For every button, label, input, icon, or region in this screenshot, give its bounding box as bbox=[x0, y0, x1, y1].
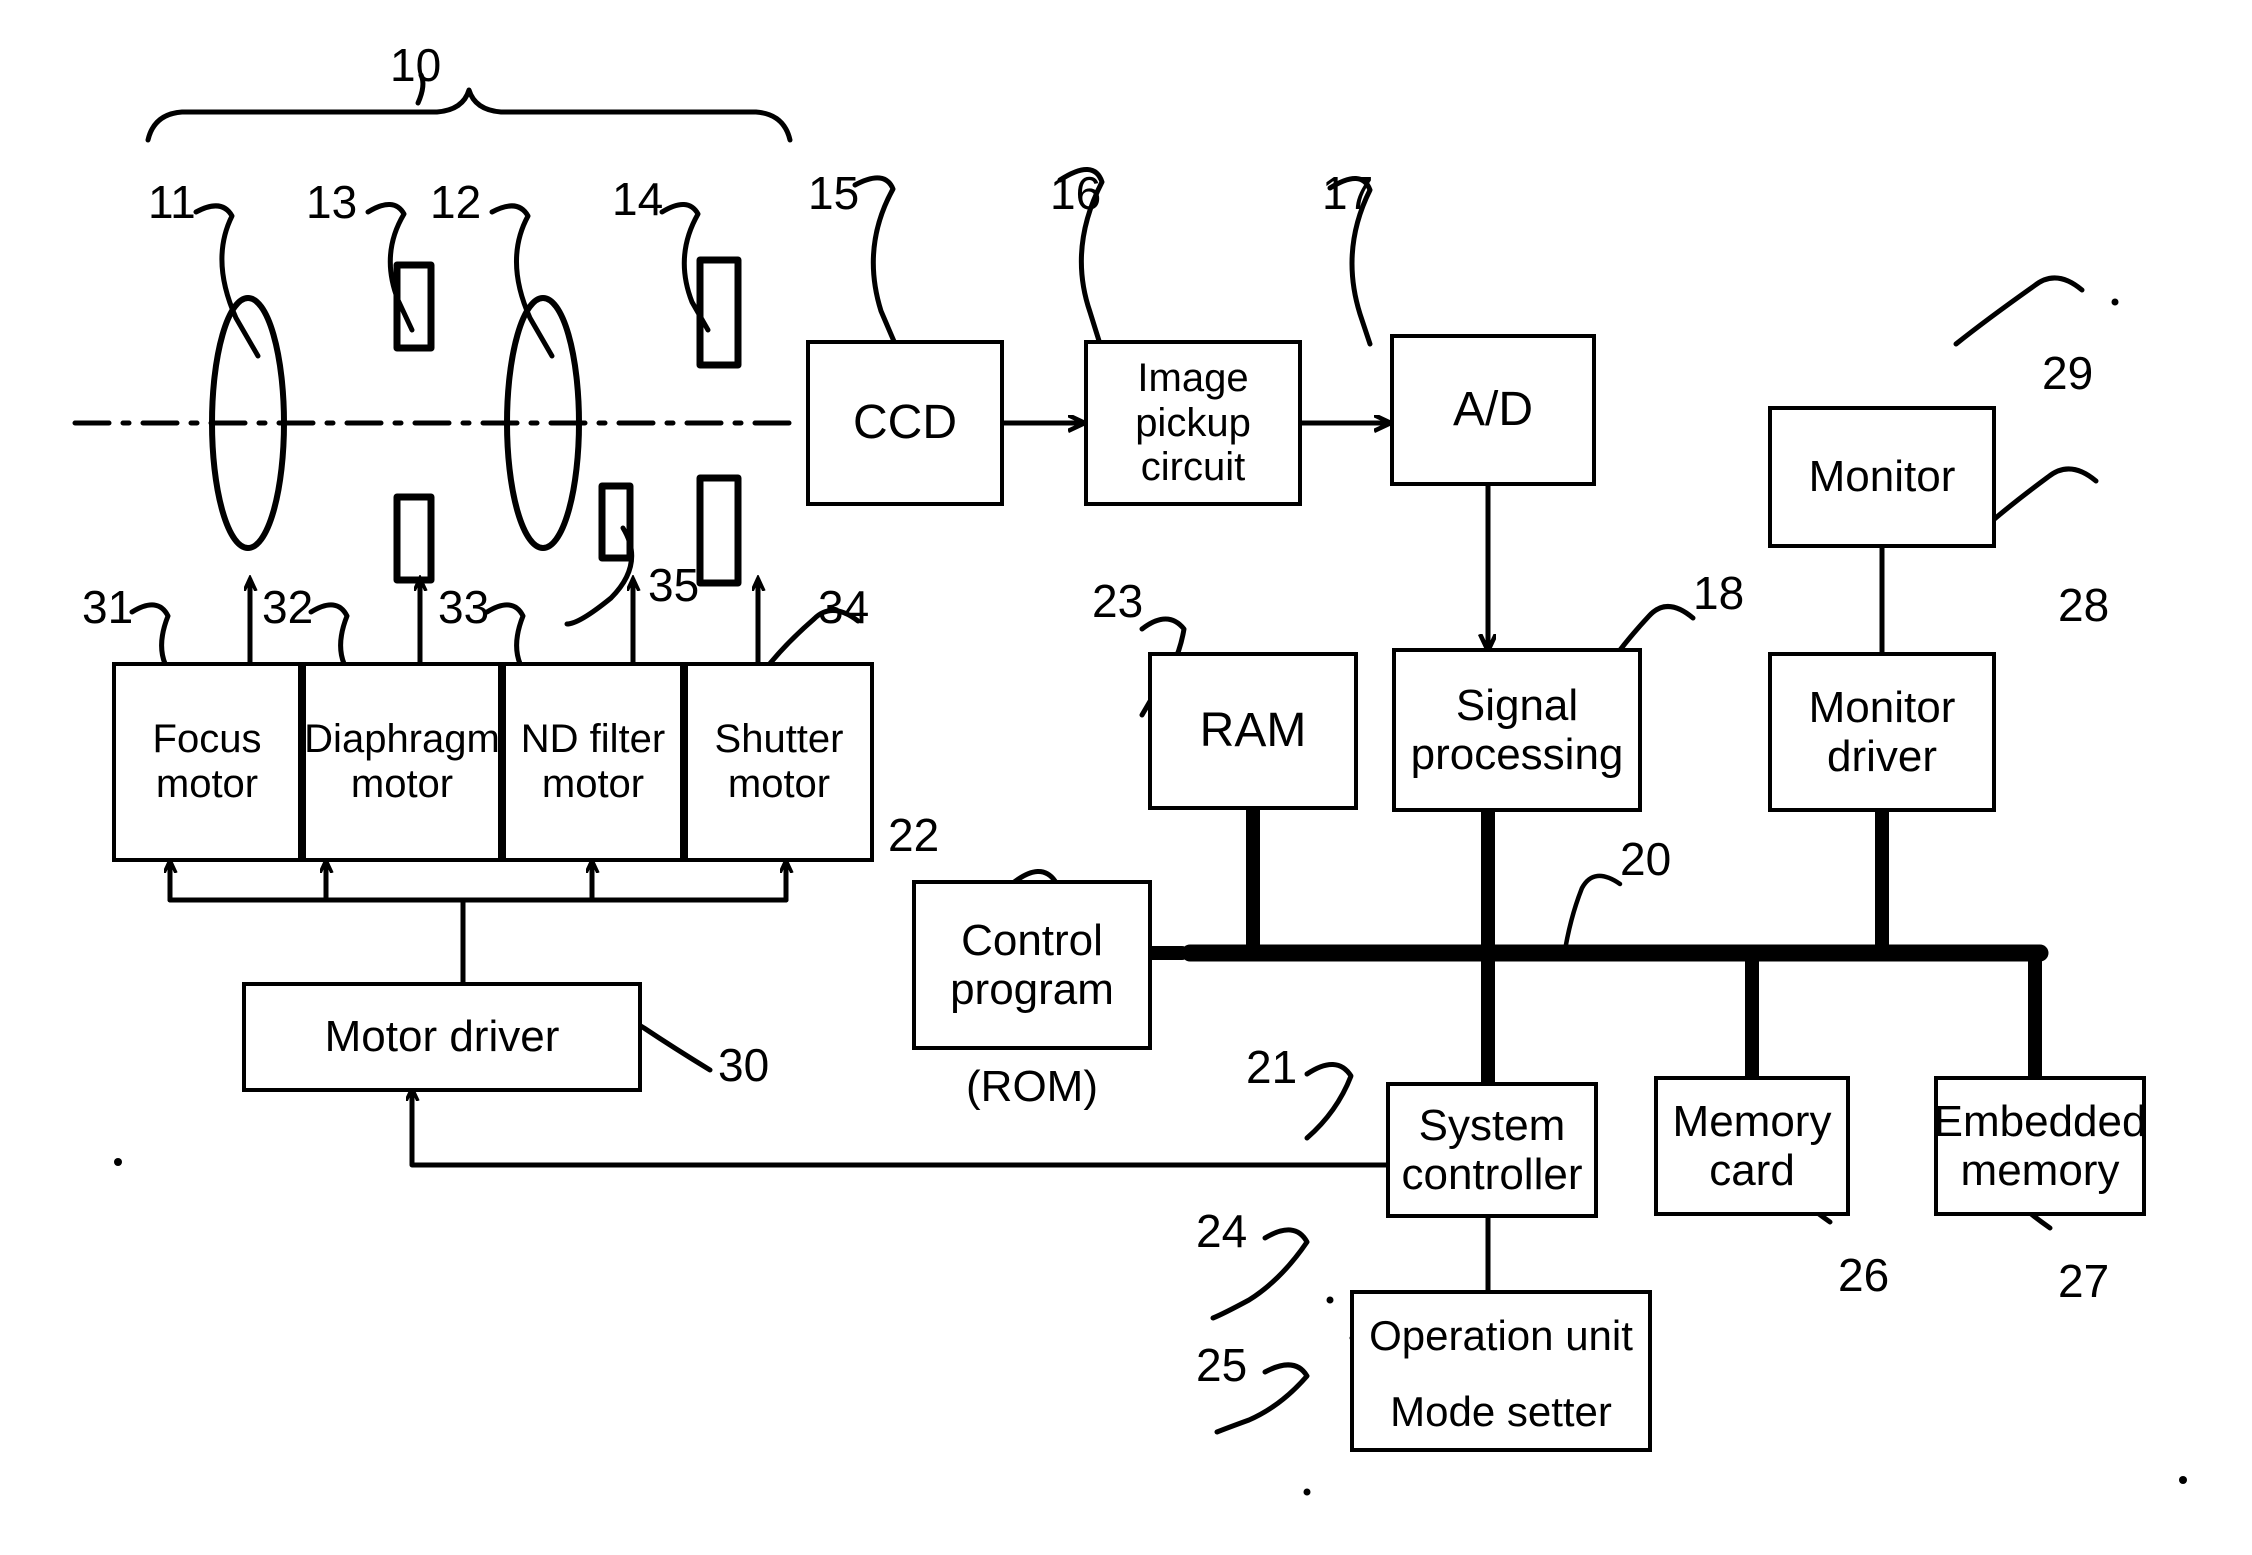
block-memory-card-line1: Memory bbox=[1672, 1096, 1832, 1146]
block-nd-filter-motor-line1: ND bbox=[520, 717, 579, 762]
block-diaphragm-motor-line2: motor bbox=[350, 762, 454, 806]
ref-14: 14 bbox=[612, 173, 664, 225]
ref-32: 32 bbox=[262, 581, 314, 633]
shutter-blade-upper bbox=[696, 256, 742, 369]
block-focus-motor-line2: motor bbox=[155, 762, 259, 806]
block-operation-unit-label: Operation unit bbox=[1369, 1312, 1633, 1359]
block-control-program-rom-caption: (ROM) bbox=[966, 1062, 1098, 1111]
feedback-syscontroller-to-motordriver bbox=[412, 1090, 1395, 1168]
block-signal-processing-line2: processing bbox=[1410, 730, 1624, 779]
ref-34: 34 bbox=[818, 581, 870, 633]
block-shutter-motor-line2: motor bbox=[727, 762, 831, 806]
block-control-program-rom: Control program bbox=[912, 880, 1152, 1050]
block-embedded-memory: Embedded memory bbox=[1934, 1076, 2146, 1216]
block-monitor-label: Monitor bbox=[1808, 452, 1956, 502]
ref-13: 13 bbox=[306, 176, 358, 228]
block-ccd: CCD bbox=[806, 340, 1004, 506]
block-mode-setter-label: Mode setter bbox=[1390, 1388, 1612, 1435]
ref-26: 26 bbox=[1838, 1249, 1890, 1301]
diaphragm-blade-lower bbox=[393, 493, 435, 584]
block-image-pickup-line1: Image bbox=[1137, 355, 1249, 400]
block-ccd-label: CCD bbox=[853, 396, 957, 450]
block-system-controller: System controller bbox=[1386, 1082, 1598, 1218]
ref-21: 21 bbox=[1246, 1041, 1298, 1093]
ref-23: 23 bbox=[1092, 575, 1144, 627]
block-focus-motor: Focus motor bbox=[112, 662, 302, 862]
ref-33: 33 bbox=[438, 581, 490, 633]
ref-27: 27 bbox=[2058, 1255, 2110, 1307]
block-ram: RAM bbox=[1148, 652, 1358, 810]
block-shutter-motor-line1: Shutter bbox=[714, 717, 844, 762]
block-signal-processing-line1: Signal bbox=[1455, 680, 1579, 730]
block-nd-filter-motor-line2: filter bbox=[589, 717, 666, 762]
ref-10: 10 bbox=[390, 39, 442, 91]
shutter-blade-lower bbox=[696, 474, 742, 587]
block-operation-unit-group: Operation unit Mode setter bbox=[1350, 1290, 1652, 1452]
leader-12 bbox=[489, 203, 555, 359]
ref-18: 18 bbox=[1693, 567, 1745, 619]
block-diaphragm-motor-line1: Diaphragm bbox=[304, 717, 500, 762]
block-monitor-driver-line1: Monitor bbox=[1808, 682, 1956, 732]
leader-21 bbox=[1304, 1062, 1354, 1141]
block-ad-converter: A/D bbox=[1390, 334, 1596, 486]
ref-28: 28 bbox=[2058, 579, 2110, 631]
block-control-program-line1: Control bbox=[961, 915, 1103, 965]
brace-10 bbox=[145, 87, 793, 143]
block-nd-filter-motor-line3: motor bbox=[541, 762, 645, 806]
block-diaphragm-motor: Diaphragm motor bbox=[302, 662, 502, 862]
block-embedded-memory-line1: Embedded bbox=[1933, 1096, 2147, 1146]
block-motor-driver-label: Motor driver bbox=[324, 1012, 560, 1062]
ref-35: 35 bbox=[648, 559, 700, 611]
block-memory-card-line2: card bbox=[1709, 1146, 1795, 1195]
block-ad-label: A/D bbox=[1452, 383, 1533, 437]
leader-15 bbox=[852, 175, 902, 356]
ref-15: 15 bbox=[808, 167, 860, 219]
block-system-controller-line2: controller bbox=[1401, 1150, 1583, 1199]
block-monitor: Monitor bbox=[1768, 406, 1996, 548]
ref-31: 31 bbox=[82, 581, 134, 633]
leader-20 bbox=[1561, 873, 1623, 959]
block-image-pickup-circuit: Image pickup circuit bbox=[1084, 340, 1302, 506]
nd-filter-lower bbox=[598, 482, 634, 562]
block-focus-motor-line1: Focus bbox=[152, 717, 262, 762]
block-embedded-memory-line2: memory bbox=[1960, 1146, 2120, 1195]
leader-11 bbox=[193, 203, 261, 359]
block-image-pickup-line3: circuit bbox=[1140, 445, 1246, 490]
ref-17: 17 bbox=[1322, 167, 1374, 219]
block-signal-processing: Signal processing bbox=[1392, 648, 1642, 812]
block-shutter-motor: Shutter motor bbox=[684, 662, 874, 862]
block-system-controller-line1: System bbox=[1418, 1100, 1566, 1150]
ref-11: 11 bbox=[148, 176, 196, 228]
block-monitor-driver-line2: driver bbox=[1826, 732, 1938, 781]
leader-29 bbox=[1953, 275, 2085, 347]
ref-12: 12 bbox=[430, 176, 482, 228]
block-motor-driver: Motor driver bbox=[242, 982, 642, 1092]
block-nd-filter-motor: ND filter motor bbox=[502, 662, 684, 862]
block-monitor-driver: Monitor driver bbox=[1768, 652, 1996, 812]
block-image-pickup-line2: pickup bbox=[1135, 400, 1251, 445]
ref-29: 29 bbox=[2042, 347, 2094, 399]
block-control-program-line2: program bbox=[950, 965, 1114, 1014]
ref-24: 24 bbox=[1196, 1205, 1248, 1257]
ref-16: 16 bbox=[1050, 167, 1102, 219]
block-memory-card: Memory card bbox=[1654, 1076, 1850, 1216]
ref-25: 25 bbox=[1196, 1339, 1248, 1391]
ref-22: 22 bbox=[888, 809, 940, 861]
ref-20: 20 bbox=[1620, 833, 1672, 885]
figure-canvas: 10 11 13 12 14 35 15 16 17 29 28 18 23 2… bbox=[0, 0, 2252, 1555]
block-ram-label: RAM bbox=[1199, 704, 1307, 758]
ref-30: 30 bbox=[718, 1039, 770, 1091]
